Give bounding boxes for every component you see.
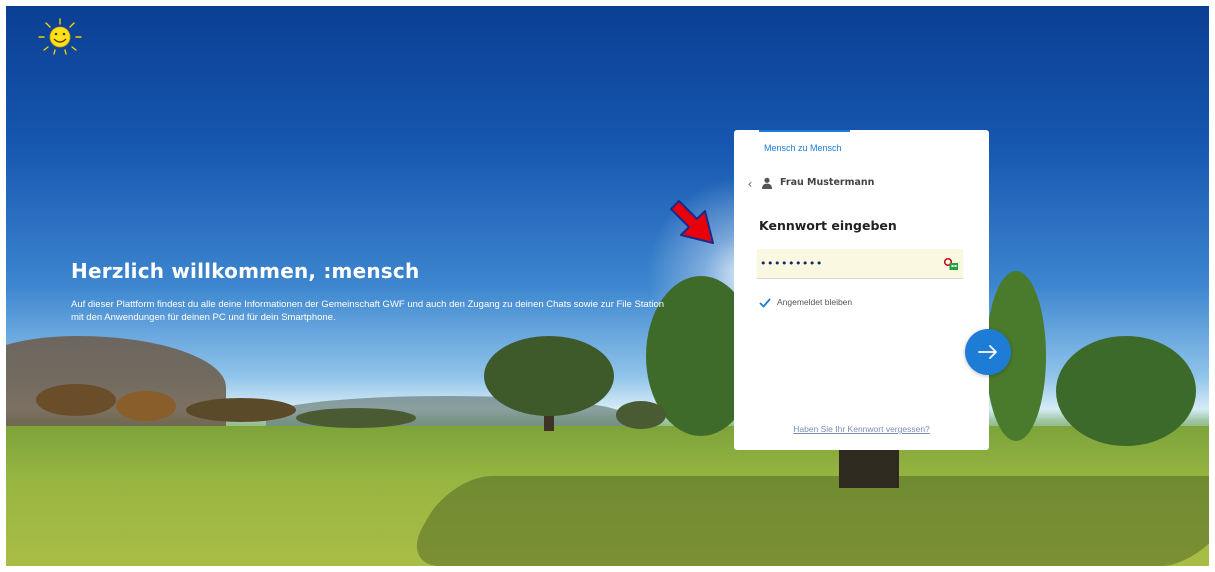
- arrow-right-icon: [978, 345, 997, 359]
- remember-checkbox[interactable]: [759, 297, 771, 309]
- login-card: Mensch zu Mensch ‹ Frau Mustermann Kennw…: [734, 130, 989, 450]
- tree-row-left: [36, 384, 116, 416]
- sun-logo-icon: [38, 18, 82, 55]
- brand-label: Mensch zu Mensch: [764, 143, 842, 153]
- welcome-title: Herzlich willkommen, :mensch: [71, 259, 420, 283]
- red-arrow-icon: [670, 200, 714, 244]
- brand-tab-indicator: [759, 130, 850, 132]
- tree-row-left-2: [116, 391, 176, 421]
- tree-row-left-3: [186, 398, 296, 422]
- tree-shadow: [400, 476, 1209, 566]
- back-button[interactable]: ‹: [744, 177, 756, 191]
- key-icon[interactable]: [943, 257, 959, 271]
- next-button[interactable]: [965, 329, 1011, 375]
- background-landscape: [6, 6, 1209, 566]
- tree-row-mid-2: [616, 401, 666, 429]
- password-input[interactable]: •••••••••: [757, 249, 963, 279]
- password-value: •••••••••: [760, 257, 823, 270]
- tree-right-2: [1056, 336, 1196, 446]
- tree-oak-left: [484, 336, 614, 416]
- tree-row-mid: [296, 408, 416, 428]
- user-name: Frau Mustermann: [780, 177, 875, 188]
- forgot-password-link[interactable]: Haben Sie Ihr Kennwort vergessen?: [734, 424, 989, 434]
- password-heading: Kennwort eingeben: [759, 218, 897, 233]
- user-icon: [762, 177, 772, 189]
- chevron-left-icon: ‹: [747, 177, 753, 191]
- remember-label: Angemeldet bleiben: [777, 297, 853, 307]
- welcome-description: Auf dieser Plattform findest du alle dei…: [71, 299, 665, 323]
